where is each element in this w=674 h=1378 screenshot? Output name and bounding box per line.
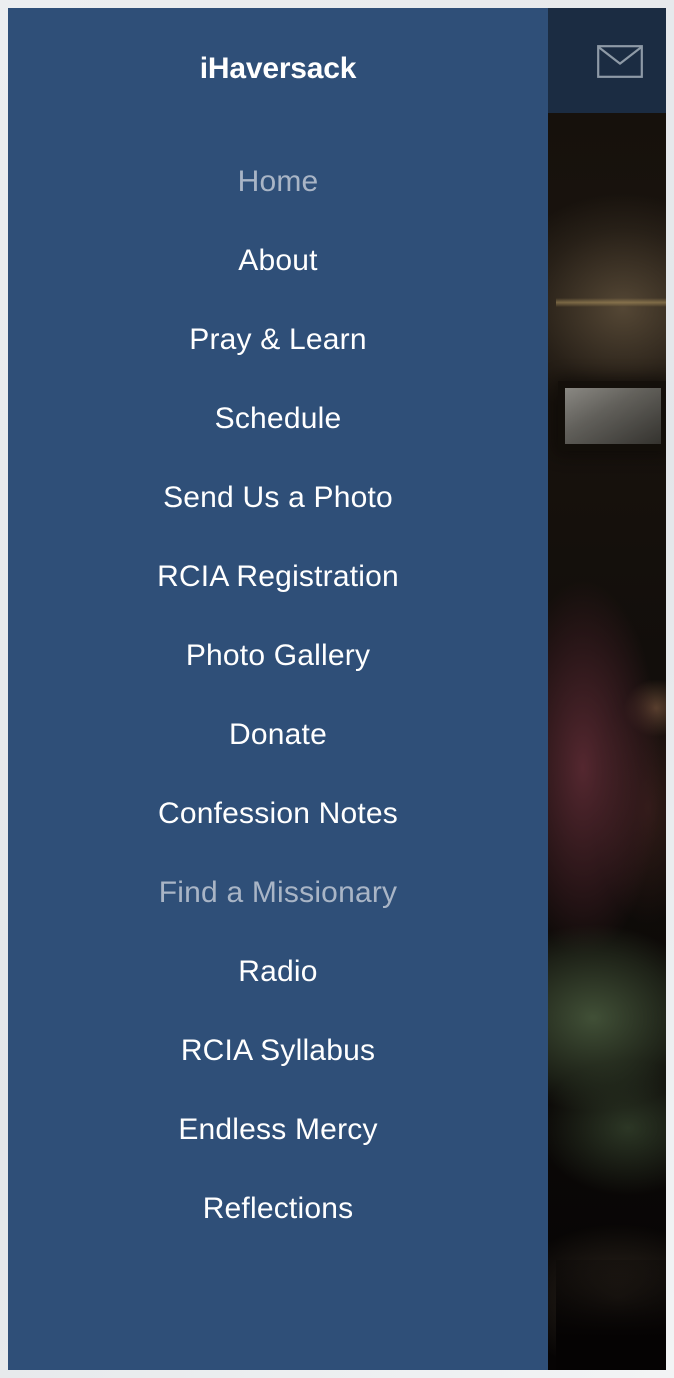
nav-item-label: Find a Missionary [158,875,398,909]
nav-item-radio[interactable]: Radio [8,932,548,1011]
nav-item-find-a-missionary[interactable]: Find a Missionary [8,853,548,932]
nav-item-send-us-a-photo[interactable]: Send Us a Photo [8,458,548,537]
nav-item-rcia-registration[interactable]: RCIA Registration [8,537,548,616]
nav-item-label: Confession Notes [158,796,398,830]
nav-item-about[interactable]: About [8,221,548,300]
browser-frame: iHaversack Home About Pray & Learn Schedule… [0,0,674,1378]
nav-item-label: About [238,243,318,277]
background-bottom-band [556,1260,666,1370]
nav-item-label: Schedule [214,401,342,435]
navigation-list: Home About Pray & Learn Schedule Send Us a P… [8,142,548,1248]
nav-item-confession-notes[interactable]: Confession Notes [8,774,548,853]
background-plaque [565,388,661,444]
brand-title: iHaversack [199,52,357,85]
nav-item-reflections[interactable]: Reflections [8,1169,548,1248]
nav-item-label: Send Us a Photo [163,480,393,514]
nav-item-schedule[interactable]: Schedule [8,379,548,458]
nav-item-endless-mercy[interactable]: Endless Mercy [8,1090,548,1169]
background-molding [556,298,666,307]
nav-item-rcia-syllabus[interactable]: RCIA Syllabus [8,1011,548,1090]
nav-item-label: Endless Mercy [178,1112,378,1146]
nav-item-label: RCIA Syllabus [180,1033,376,1067]
nav-item-home[interactable]: Home [8,142,548,221]
envelope-icon [597,44,643,78]
page-viewport: iHaversack Home About Pray & Learn Schedule… [8,8,666,1370]
nav-item-photo-gallery[interactable]: Photo Gallery [8,616,548,695]
nav-item-label: Donate [229,717,327,751]
nav-item-label: Reflections [202,1191,354,1225]
nav-item-donate[interactable]: Donate [8,695,548,774]
nav-item-label: Pray & Learn [189,322,367,356]
mail-button[interactable] [584,30,656,92]
nav-item-pray-and-learn[interactable]: Pray & Learn [8,300,548,379]
nav-item-label: Home [237,164,319,198]
nav-item-label: Radio [238,954,318,988]
nav-item-label: RCIA Registration [157,559,399,593]
navigation-drawer: iHaversack Home About Pray & Learn Schedule… [8,8,548,1370]
nav-item-label: Photo Gallery [185,638,371,672]
